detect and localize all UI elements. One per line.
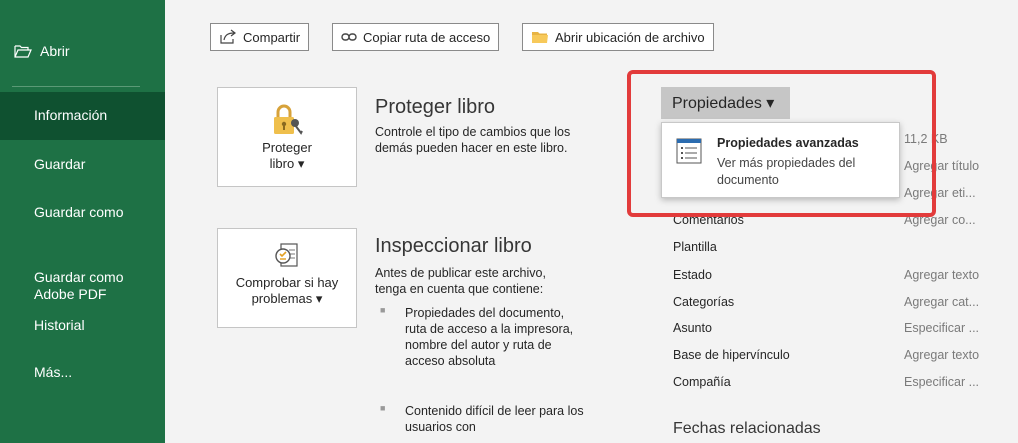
property-label-status: Estado [673, 268, 712, 282]
property-value-comments[interactable]: Agregar co... [904, 213, 976, 227]
advanced-properties-description: Ver más propiedades del documento [717, 156, 856, 187]
property-value-size: 11,2 KB [904, 132, 948, 146]
related-dates-title: Fechas relacionadas [673, 420, 821, 437]
property-value-company[interactable]: Especificar ... [904, 375, 979, 389]
advanced-properties-title: Propiedades avanzadas [717, 136, 859, 150]
inspect-document-icon [273, 242, 301, 272]
property-label-company: Compañía [673, 375, 731, 389]
backstage-sidebar: Abrir Información Guardar Guardar como G… [0, 0, 165, 443]
property-label-hyperlink-base: Base de hipervínculo [673, 348, 790, 362]
share-button-label: Compartir [243, 29, 301, 45]
protect-workbook-description: Controle el tipo de cambios que los demá… [375, 125, 571, 155]
advanced-properties-menu-item[interactable]: Propiedades avanzadas Ver más propiedade… [661, 122, 900, 198]
property-value-subject[interactable]: Especificar ... [904, 321, 979, 335]
properties-list-icon [676, 138, 702, 169]
folder-icon [531, 30, 549, 44]
sidebar-item-open-label: Abrir [40, 43, 70, 59]
sidebar-divider [12, 86, 140, 87]
protect-workbook-button-label: Proteger libro ▾ [262, 140, 312, 171]
copy-path-button-label: Copiar ruta de acceso [363, 29, 491, 45]
inspect-bullet-text: Contenido difícil de leer para los usuar… [405, 404, 584, 434]
link-icon [341, 32, 357, 42]
property-label-subject: Asunto [673, 321, 712, 335]
bullet-icon: ■ [380, 305, 386, 315]
sidebar-item-open[interactable]: Abrir [14, 40, 70, 62]
share-icon [219, 29, 237, 45]
folder-open-icon [14, 44, 32, 58]
bullet-icon: ■ [380, 403, 386, 413]
check-for-issues-button-label: Comprobar si hay problemas ▾ [235, 275, 339, 306]
sidebar-item-save[interactable]: Guardar [0, 156, 165, 173]
sidebar-item-history[interactable]: Historial [0, 317, 165, 334]
properties-dropdown-label: Propiedades ▾ [672, 95, 775, 112]
protect-workbook-button[interactable]: Proteger libro ▾ [217, 87, 357, 187]
sidebar-item-label: Más... [34, 364, 73, 380]
share-button[interactable]: Compartir [210, 23, 310, 51]
sidebar-item-label: Información [34, 107, 108, 123]
check-for-issues-button[interactable]: Comprobar si hay problemas ▾ [217, 228, 357, 328]
property-label-categories: Categorías [673, 295, 735, 309]
copy-path-button[interactable]: Copiar ruta de acceso [332, 23, 500, 51]
sidebar-item-save-as-pdf[interactable]: Guardar como Adobe PDF [0, 252, 165, 303]
open-file-location-button-label: Abrir ubicación de archivo [555, 29, 705, 45]
property-label-template: Plantilla [673, 240, 717, 254]
lock-key-icon [269, 103, 305, 137]
property-value-status[interactable]: Agregar texto [904, 268, 979, 282]
sidebar-item-label: Guardar como [34, 204, 124, 220]
sidebar-item-label: Historial [34, 317, 85, 333]
sidebar-item-save-as[interactable]: Guardar como [0, 204, 165, 221]
property-value-categories[interactable]: Agregar cat... [904, 295, 979, 309]
inspect-workbook-description: Antes de publicar este archivo, tenga en… [375, 266, 546, 296]
properties-dropdown-button[interactable]: Propiedades ▾ [661, 87, 790, 119]
property-value-tags[interactable]: Agregar eti... [904, 186, 976, 200]
protect-workbook-title: Proteger libro [375, 96, 496, 118]
sidebar-item-label: Guardar [34, 156, 86, 172]
inspect-workbook-title: Inspeccionar libro [375, 235, 532, 257]
sidebar-item-info[interactable]: Información [0, 92, 165, 140]
property-value-title[interactable]: Agregar título [904, 159, 979, 173]
property-value-hyperlink-base[interactable]: Agregar texto [904, 348, 979, 362]
open-file-location-button[interactable]: Abrir ubicación de archivo [522, 23, 714, 51]
sidebar-item-more[interactable]: Más... [0, 364, 165, 381]
property-label-comments: Comentarios [673, 213, 744, 227]
inspect-bullet-text: Propiedades del documento, ruta de acces… [405, 306, 574, 368]
sidebar-item-label: Guardar como Adobe PDF [34, 269, 124, 302]
